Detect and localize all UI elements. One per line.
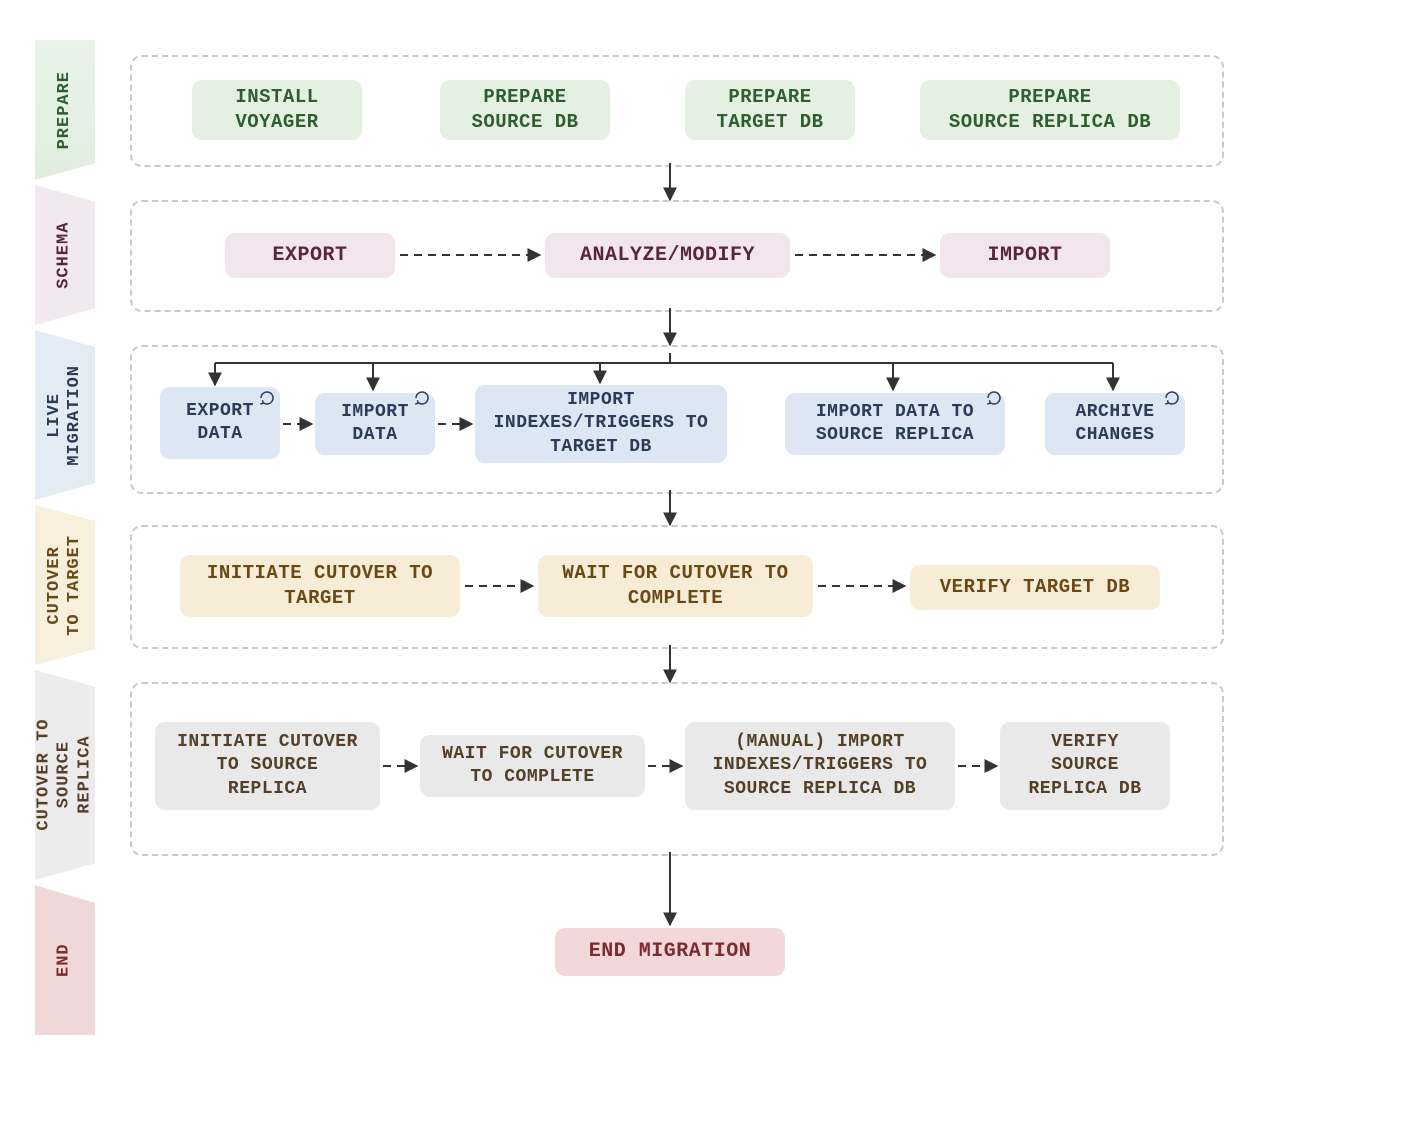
node-wait-cutover-replica: WAIT FOR CUTOVER TO COMPLETE xyxy=(420,735,645,797)
stage-label-cutover-target: CUTOVER TO TARGET xyxy=(35,505,95,665)
node-import-indexes-target: IMPORT INDEXES/TRIGGERS TO TARGET DB xyxy=(475,385,727,463)
loop-icon xyxy=(413,389,431,407)
loop-icon xyxy=(985,389,1003,407)
node-initiate-cutover-replica: INITIATE CUTOVER TO SOURCE REPLICA xyxy=(155,722,380,810)
node-manual-import-replica: (MANUAL) IMPORT INDEXES/TRIGGERS TO SOUR… xyxy=(685,722,955,810)
node-wait-cutover-target: WAIT FOR CUTOVER TO COMPLETE xyxy=(538,555,813,617)
stage-label-end: END xyxy=(35,885,95,1035)
node-import-data-replica: IMPORT DATA TO SOURCE REPLICA xyxy=(785,393,1005,455)
node-verify-target: VERIFY TARGET DB xyxy=(910,565,1160,610)
node-schema-export: EXPORT xyxy=(225,233,395,278)
loop-icon xyxy=(1163,389,1181,407)
node-prepare-source: PREPARE SOURCE DB xyxy=(440,80,610,140)
stage-label-cutover-replica: CUTOVER TO SOURCE REPLICA xyxy=(35,670,95,880)
node-schema-import: IMPORT xyxy=(940,233,1110,278)
node-prepare-replica: PREPARE SOURCE REPLICA DB xyxy=(920,80,1180,140)
loop-icon xyxy=(258,389,276,407)
node-prepare-target: PREPARE TARGET DB xyxy=(685,80,855,140)
stage-label-live-migration: LIVE MIGRATION xyxy=(35,330,95,500)
node-end-migration: END MIGRATION xyxy=(555,928,785,976)
node-initiate-cutover-target: INITIATE CUTOVER TO TARGET xyxy=(180,555,460,617)
stage-label-prepare: PREPARE xyxy=(35,40,95,180)
node-verify-replica: VERIFY SOURCE REPLICA DB xyxy=(1000,722,1170,810)
stage-label-schema: SCHEMA xyxy=(35,185,95,325)
node-schema-analyze: ANALYZE/MODIFY xyxy=(545,233,790,278)
migration-flow-diagram: PREPARE SCHEMA LIVE MIGRATION CUTOVER TO… xyxy=(0,0,1424,1122)
node-install-voyager: INSTALL VOYAGER xyxy=(192,80,362,140)
